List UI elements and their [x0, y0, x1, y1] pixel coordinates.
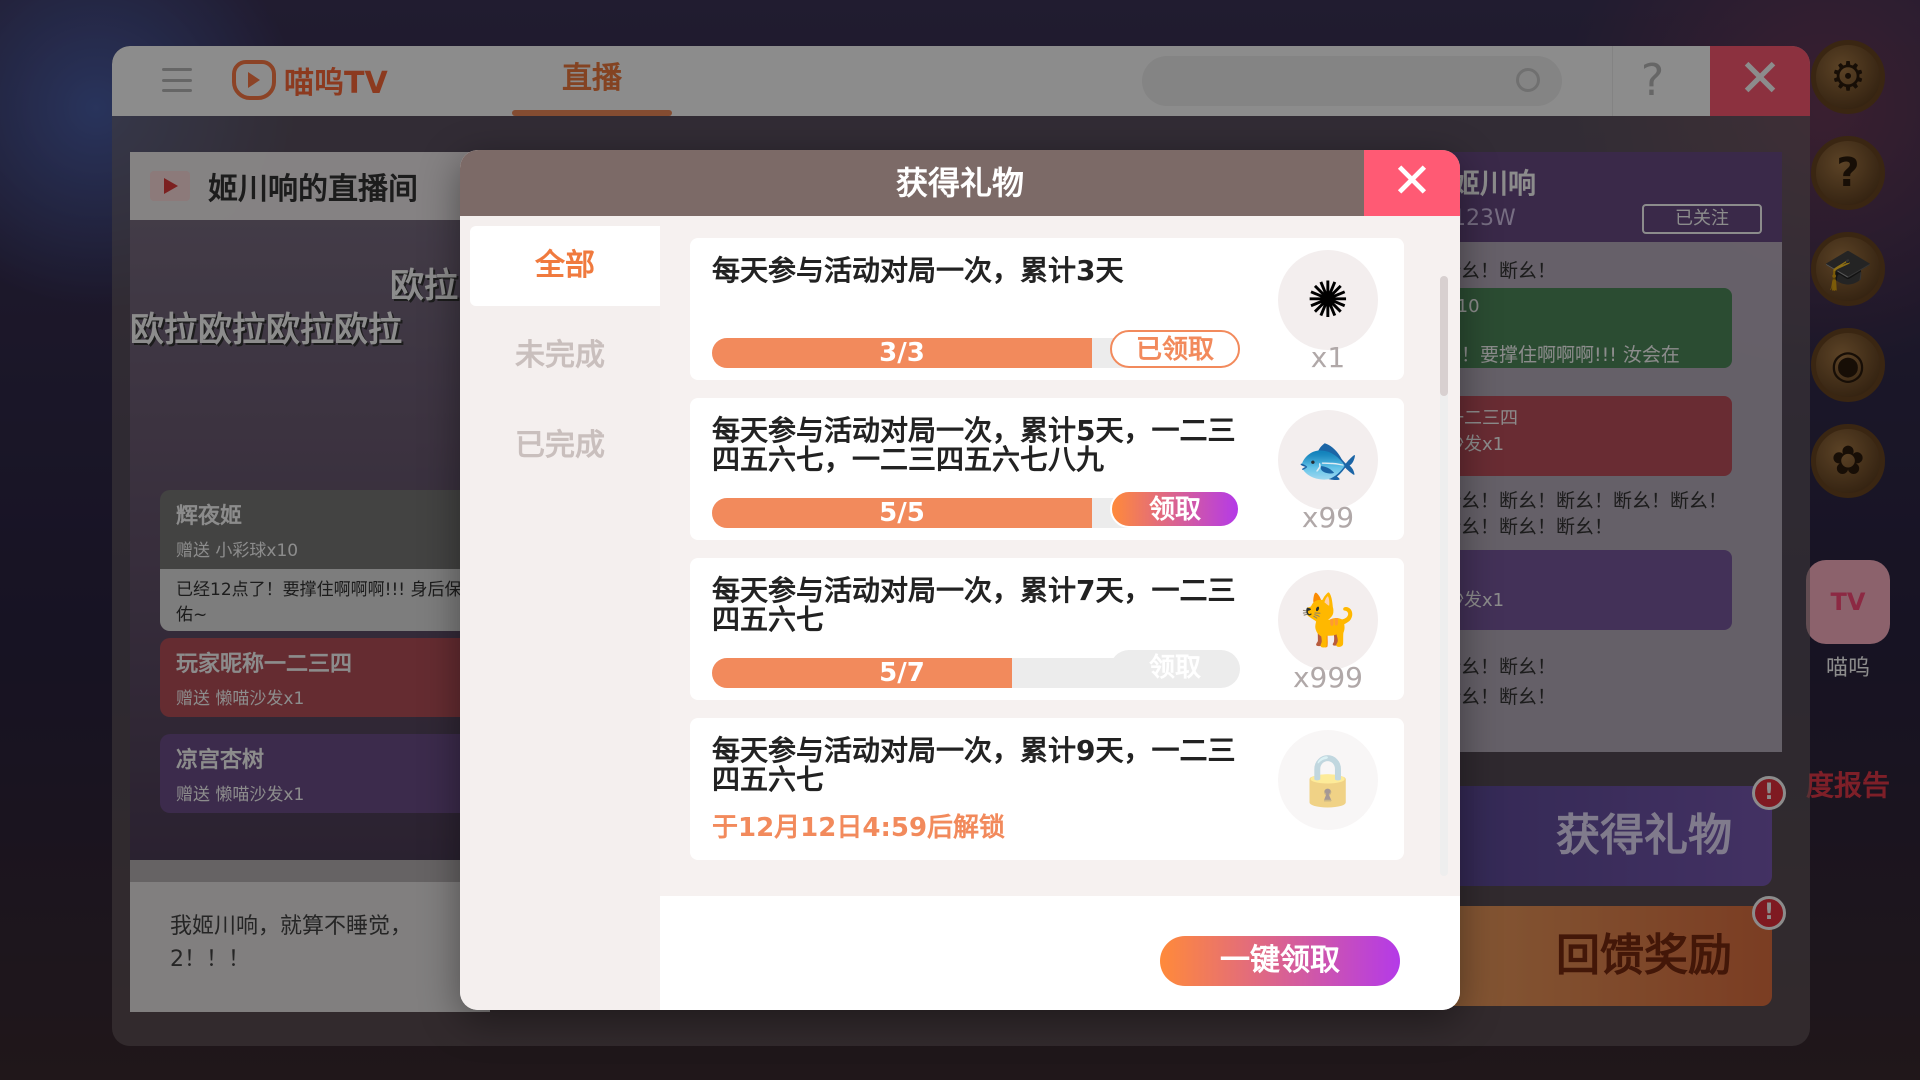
modal-title: 获得礼物 — [460, 150, 1460, 216]
tab-incomplete[interactable]: 未完成 — [470, 316, 650, 396]
progress-label: 5/5 — [879, 498, 925, 528]
progress-label: 3/3 — [879, 338, 925, 368]
task-item: 每天参与活动对局一次，累计7天，一二三四五六七 5/7 领取 🐈 x999 — [690, 558, 1404, 700]
tab-completed[interactable]: 已完成 — [470, 406, 650, 486]
task-item: 每天参与活动对局一次，累计3天 3/3 已领取 ✺ x1 — [690, 238, 1404, 380]
close-modal-button[interactable]: ✕ — [1364, 150, 1460, 216]
claim-button[interactable]: 领取 — [1110, 490, 1240, 528]
gift-modal: 获得礼物 ✕ 全部 未完成 已完成 每天参与活动对局一次，累计3天 3/3 已领… — [460, 150, 1460, 1010]
unlock-time: 于12月12日4:59后解锁 — [712, 813, 1006, 843]
tab-all[interactable]: 全部 — [470, 226, 660, 306]
pompom-icon: ✺ — [1278, 250, 1378, 350]
filter-tabs: 全部 未完成 已完成 — [460, 216, 660, 1010]
scrollbar[interactable] — [1440, 276, 1448, 876]
reward-quantity: x99 — [1301, 501, 1355, 534]
task-title: 每天参与活动对局一次，累计7天，一二三四五六七 — [712, 574, 1236, 637]
taiyaki-icon: 🐟 — [1278, 410, 1378, 510]
scrollbar-thumb[interactable] — [1440, 276, 1448, 396]
task-item: 每天参与活动对局一次，累计9天，一二三四五六七 于12月12日4:59后解锁 🔒 — [690, 718, 1404, 860]
reward-quantity: x1 — [1310, 341, 1346, 374]
cat-icon: 🐈 — [1278, 570, 1378, 670]
task-title: 每天参与活动对局一次，累计5天，一二三四五六七，一二三四五六七八九 — [712, 414, 1236, 477]
task-item: 每天参与活动对局一次，累计5天，一二三四五六七，一二三四五六七八九 5/5 领取… — [690, 398, 1404, 540]
task-list: 每天参与活动对局一次，累计3天 3/3 已领取 ✺ x1 每天参与活动对局一次，… — [660, 216, 1460, 896]
task-title: 每天参与活动对局一次，累计3天 — [712, 254, 1124, 287]
claimed-button[interactable]: 已领取 — [1110, 330, 1240, 368]
task-title: 每天参与活动对局一次，累计9天，一二三四五六七 — [712, 734, 1236, 797]
reward-quantity: x999 — [1292, 661, 1363, 694]
lock-icon: 🔒 — [1278, 730, 1378, 830]
claim-all-button[interactable]: 一键领取 — [1160, 936, 1400, 986]
progress-label: 5/7 — [879, 658, 925, 688]
claim-button-disabled[interactable]: 领取 — [1110, 650, 1240, 688]
